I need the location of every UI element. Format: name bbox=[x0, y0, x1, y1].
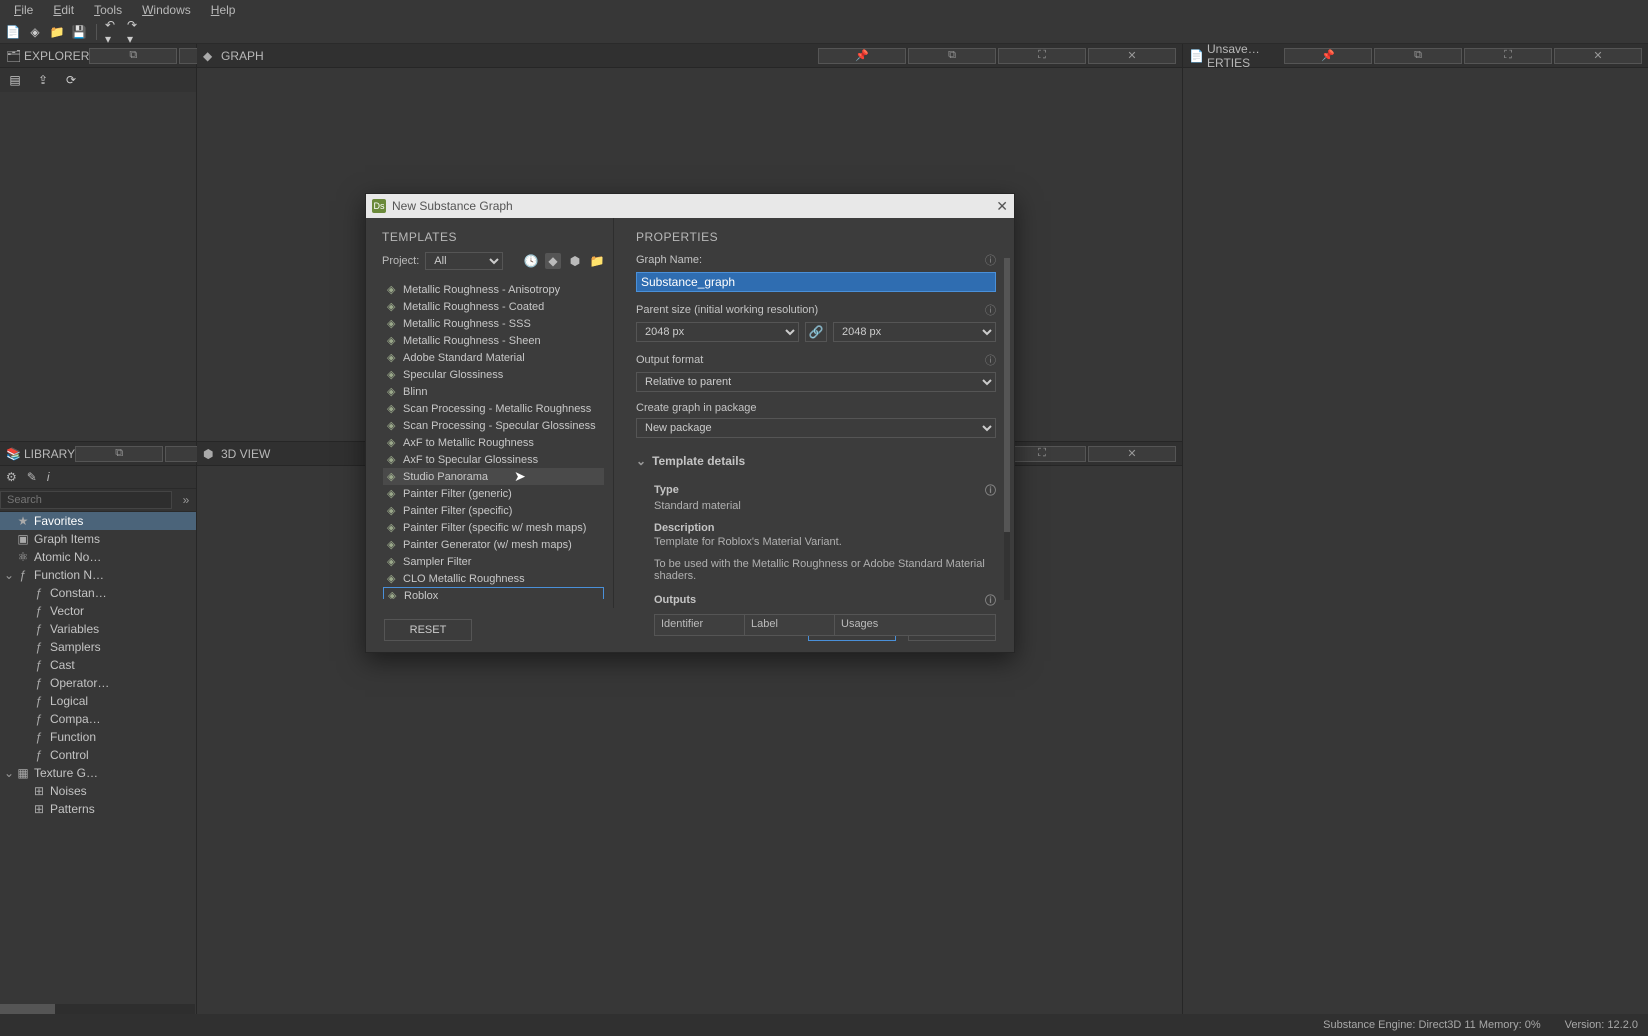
info-icon[interactable]: ⓘ bbox=[985, 352, 996, 368]
recent-icon[interactable]: 🕓 bbox=[523, 253, 539, 269]
col-usages: Usages bbox=[835, 615, 995, 635]
create-package-label: Create graph in package bbox=[636, 402, 756, 414]
template-item[interactable]: ◈Painter Filter (generic) bbox=[383, 485, 604, 502]
description-value-2: To be used with the Metallic Roughness o… bbox=[654, 558, 996, 582]
template-item[interactable]: ◈Specular Glossiness bbox=[383, 366, 604, 383]
template-item[interactable]: ◈Painter Filter (specific) bbox=[383, 502, 604, 519]
dialog-title-text: New Substance Graph bbox=[392, 199, 513, 213]
size-width-select[interactable]: 2048 px bbox=[636, 322, 799, 342]
template-details-header[interactable]: ⌄ Template details bbox=[636, 454, 996, 468]
template-item[interactable]: ◈Painter Filter (specific w/ mesh maps) bbox=[383, 519, 604, 536]
folder-icon[interactable]: 📁 bbox=[589, 253, 605, 269]
type-label: Type bbox=[654, 484, 679, 496]
template-item[interactable]: ◈Adobe Standard Material bbox=[383, 349, 604, 366]
col-label: Label bbox=[745, 615, 835, 635]
template-item[interactable]: ◈Metallic Roughness - SSS bbox=[383, 315, 604, 332]
description-label: Description bbox=[654, 522, 715, 534]
graph-type-icon[interactable]: ◆ bbox=[545, 253, 561, 269]
info-icon[interactable]: ⓘ bbox=[985, 302, 996, 318]
graph-name-input[interactable] bbox=[636, 272, 996, 292]
template-item[interactable]: ◈Painter Generator (w/ mesh maps) bbox=[383, 536, 604, 553]
description-value-1: Template for Roblox's Material Variant. bbox=[654, 536, 996, 548]
link-size-icon[interactable]: 🔗 bbox=[805, 322, 827, 342]
reset-button[interactable]: RESET bbox=[384, 619, 472, 641]
app-logo-icon: Ds bbox=[372, 199, 386, 213]
properties-heading: PROPERTIES bbox=[636, 230, 996, 244]
chevron-down-icon: ⌄ bbox=[636, 454, 646, 468]
template-item[interactable]: ◈Metallic Roughness - Anisotropy bbox=[383, 281, 604, 298]
template-item[interactable]: ◈CLO Metallic Roughness bbox=[383, 570, 604, 587]
create-package-select[interactable]: New package bbox=[636, 418, 996, 438]
template-item[interactable]: ◈Scan Processing - Metallic Roughness bbox=[383, 400, 604, 417]
template-item[interactable]: ◈Blinn bbox=[383, 383, 604, 400]
templates-pane: TEMPLATES Project: All 🕓 ◆ ⬢ 📁 ◈Metallic… bbox=[366, 218, 614, 608]
parent-size-label: Parent size (initial working resolution) bbox=[636, 304, 818, 316]
type-value: Standard material bbox=[654, 500, 996, 512]
template-item[interactable]: ◈Scan Processing - Specular Glossiness bbox=[383, 417, 604, 434]
output-format-label: Output format bbox=[636, 354, 703, 366]
cube-icon[interactable]: ⬢ bbox=[567, 253, 583, 269]
dialog-close-icon[interactable]: ✕ bbox=[996, 198, 1008, 215]
size-height-select[interactable]: 2048 px bbox=[833, 322, 996, 342]
info-icon[interactable]: ⓘ bbox=[985, 252, 996, 268]
template-item[interactable]: ◈Sampler Filter bbox=[383, 553, 604, 570]
templates-heading: TEMPLATES bbox=[382, 230, 605, 244]
properties-pane: PROPERTIES Graph Name: ⓘ Parent size (ini… bbox=[614, 218, 1014, 608]
graph-name-label: Graph Name: bbox=[636, 254, 702, 266]
outputs-table: Identifier Label Usages bbox=[654, 614, 996, 636]
dialog-titlebar[interactable]: Ds New Substance Graph ✕ bbox=[366, 194, 1014, 218]
template-item[interactable]: ◈Metallic Roughness - Coated bbox=[383, 298, 604, 315]
info-icon[interactable]: ⓘ bbox=[985, 592, 996, 608]
template-item[interactable]: ◈Metallic Roughness - Sheen bbox=[383, 332, 604, 349]
template-item[interactable]: ◈AxF to Specular Glossiness bbox=[383, 451, 604, 468]
properties-scrollbar[interactable] bbox=[1004, 258, 1010, 600]
template-item[interactable]: ◈Studio Panorama bbox=[383, 468, 604, 485]
template-item[interactable]: ◈AxF to Metallic Roughness bbox=[383, 434, 604, 451]
outputs-label: Outputs bbox=[654, 594, 696, 606]
template-item[interactable]: ◈Roblox bbox=[383, 587, 604, 600]
project-select[interactable]: All bbox=[425, 252, 503, 270]
project-label: Project: bbox=[382, 255, 419, 267]
col-identifier: Identifier bbox=[655, 615, 745, 635]
output-format-select[interactable]: Relative to parent bbox=[636, 372, 996, 392]
new-substance-graph-dialog: Ds New Substance Graph ✕ TEMPLATES Proje… bbox=[365, 193, 1015, 653]
template-list[interactable]: ◈Metallic Roughness - Anisotropy◈Metalli… bbox=[382, 280, 605, 600]
info-icon[interactable]: ⓘ bbox=[985, 482, 996, 498]
